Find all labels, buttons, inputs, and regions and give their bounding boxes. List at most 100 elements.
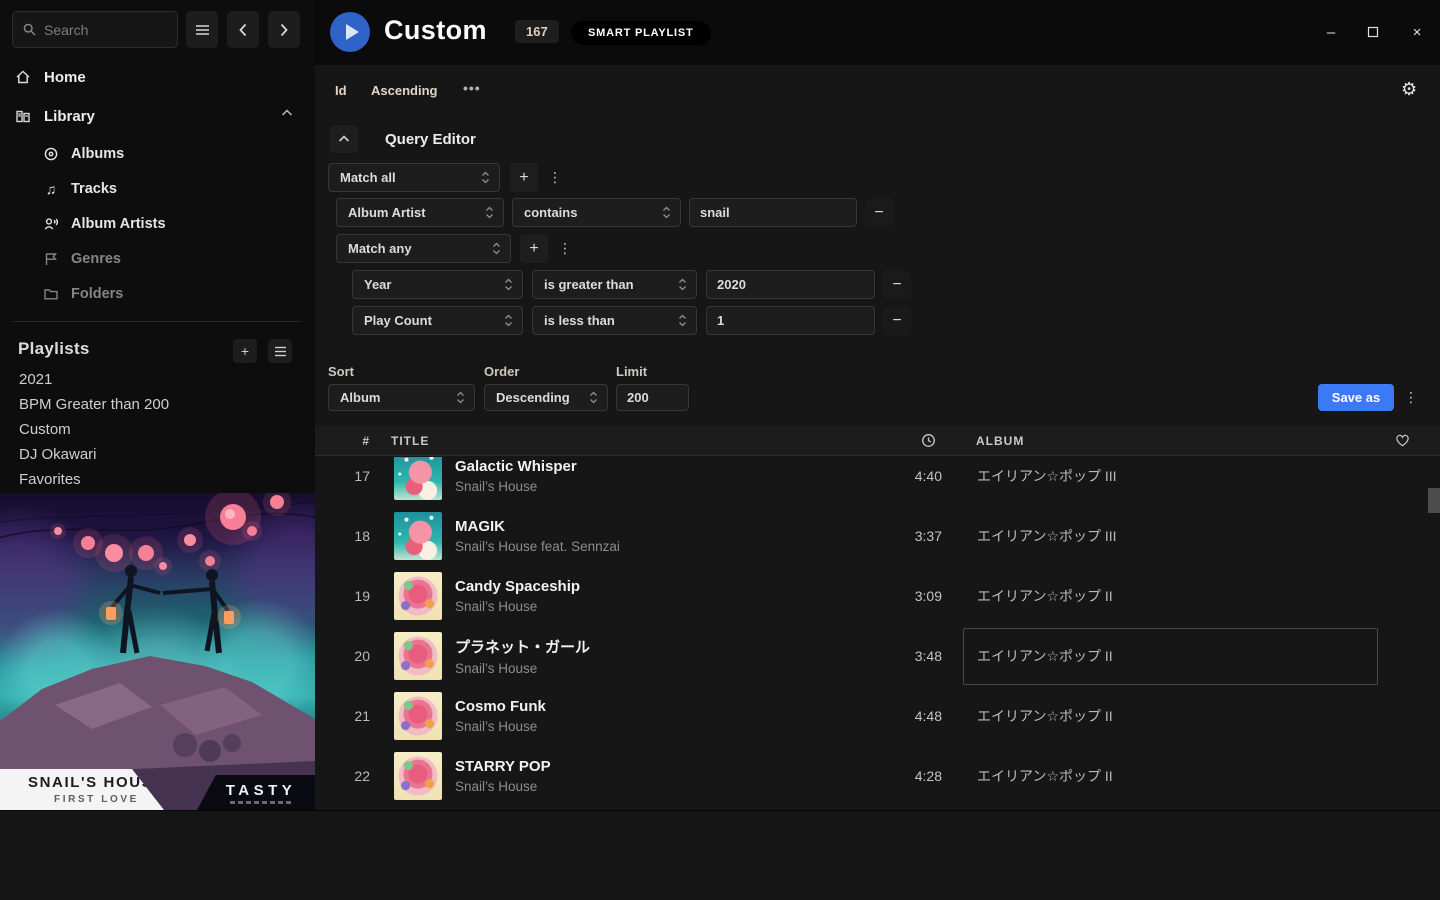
sidebar-item-library[interactable]: Library: [14, 103, 95, 129]
now-playing-cover-art[interactable]: SNAIL'S HOUSE FIRST LOVE TASTY: [0, 493, 315, 810]
track-row[interactable]: 22 STARRY POP Snail’s House 4:28 エイリアン☆ポ…: [315, 746, 1440, 806]
order-select[interactable]: Descending: [484, 384, 608, 411]
sidebar-item-albums[interactable]: Albums: [42, 141, 124, 167]
add-playlist-button[interactable]: +: [233, 339, 257, 363]
track-row[interactable]: 17 Galactic Whisper Snail’s House 4:40 エ…: [315, 457, 1440, 506]
select-value: Album Artist: [348, 205, 426, 220]
smart-playlist-badge: SMART PLAYLIST: [571, 21, 711, 45]
favorite-heart-icon[interactable]: [1395, 433, 1410, 447]
rule2-operator-select[interactable]: is greater than: [532, 270, 697, 299]
track-title: STARRY POP: [455, 758, 887, 775]
track-number: 21: [315, 708, 370, 724]
sidebar-item-genres[interactable]: Genres: [42, 246, 121, 272]
cover-art-illustration: [0, 493, 315, 810]
track-meta: Cosmo Funk Snail’s House: [455, 698, 887, 734]
track-meta: STARRY POP Snail’s House: [455, 758, 887, 794]
rule1-remove-button[interactable]: −: [865, 198, 893, 227]
select-updown-icon: [504, 278, 513, 291]
play-playlist-button[interactable]: [330, 12, 370, 52]
track-duration: 4:28: [887, 768, 942, 784]
player-bar: First Love ⋮ Snail’s House First Love: [0, 810, 1440, 900]
select-value: Play Count: [364, 313, 432, 328]
track-album[interactable]: エイリアン☆ポップ III: [963, 457, 1378, 505]
select-updown-icon: [589, 391, 598, 404]
add-rule-button-group1[interactable]: +: [510, 163, 538, 192]
track-album[interactable]: エイリアン☆ポップ II: [963, 688, 1378, 745]
library-collapse-chevron-icon[interactable]: [281, 109, 293, 117]
folder-icon: [42, 286, 60, 302]
sidebar-item-label: Albums: [71, 146, 124, 162]
rule1-value-input[interactable]: [689, 198, 857, 227]
window-minimize-button[interactable]: –: [1321, 22, 1341, 42]
select-updown-icon: [678, 278, 687, 291]
track-album-focused-cell[interactable]: エイリアン☆ポップ II: [963, 628, 1378, 685]
track-album-art: [394, 457, 442, 500]
save-as-button[interactable]: Save as: [1318, 384, 1394, 411]
playlist-item[interactable]: Custom: [19, 421, 71, 441]
query-menu-kebab-icon[interactable]: ⋮: [1403, 383, 1419, 412]
track-row[interactable]: 19 Candy Spaceship Snail’s House 3:09 エイ…: [315, 566, 1440, 626]
playlist-item[interactable]: Favorites: [19, 471, 81, 491]
more-options-button[interactable]: •••: [463, 80, 481, 96]
rule2-field-select[interactable]: Year: [352, 270, 523, 299]
rule2-value-input[interactable]: [706, 270, 875, 299]
track-number: 19: [315, 588, 370, 604]
tracklist-scrollbar-thumb[interactable]: [1428, 488, 1440, 513]
track-album[interactable]: エイリアン☆ポップ II: [963, 568, 1378, 625]
match-type-select-group1[interactable]: Match all: [328, 163, 500, 192]
playlist-item[interactable]: DJ Okawari: [19, 446, 97, 466]
select-value: Year: [364, 277, 391, 292]
add-rule-button-group2[interactable]: +: [520, 234, 548, 263]
sidebar-item-home[interactable]: Home: [14, 64, 86, 90]
rule2-remove-button[interactable]: −: [883, 270, 911, 299]
sort-field-button[interactable]: Id: [335, 83, 347, 98]
nav-back-button[interactable]: [227, 11, 259, 48]
search-box[interactable]: [12, 11, 178, 48]
track-duration: 3:48: [887, 648, 942, 664]
sort-select[interactable]: Album: [328, 384, 475, 411]
group2-menu-kebab-icon[interactable]: ⋮: [557, 234, 573, 263]
sidebar-item-album-artists[interactable]: Album Artists: [42, 211, 166, 237]
duration-clock-icon[interactable]: [921, 433, 936, 448]
playlist-item[interactable]: 2021: [19, 371, 52, 391]
match-type-select-group2[interactable]: Match any: [336, 234, 511, 263]
track-row[interactable]: 20 プラネット・ガール Snail’s House 3:48 エイリアン☆ポッ…: [315, 626, 1440, 686]
nav-forward-button[interactable]: [268, 11, 300, 48]
playlist-list-view-button[interactable]: [268, 339, 292, 363]
column-header-title[interactable]: TITLE: [391, 434, 429, 448]
window-close-button[interactable]: ×: [1407, 22, 1427, 42]
window-maximize-button[interactable]: [1363, 22, 1383, 42]
sidebar-item-tracks[interactable]: ♫ Tracks: [42, 176, 117, 202]
plus-icon: +: [519, 169, 528, 187]
rule1-field-select[interactable]: Album Artist: [336, 198, 504, 227]
rule3-field-select[interactable]: Play Count: [352, 306, 523, 335]
plus-icon: +: [529, 240, 538, 258]
track-row[interactable]: 21 Cosmo Funk Snail’s House 4:48 エイリアン☆ポ…: [315, 686, 1440, 746]
library-icon: [14, 108, 32, 124]
select-value: contains: [524, 205, 577, 220]
sort-order-button[interactable]: Ascending: [371, 83, 437, 98]
track-album[interactable]: エイリアン☆ポップ II: [963, 748, 1378, 805]
rule3-remove-button[interactable]: −: [883, 306, 911, 335]
track-album-art: [394, 632, 442, 680]
track-artist: Snail’s House: [455, 779, 887, 794]
track-row[interactable]: 18 MAGIK Snail’s House feat. Sennzai 3:3…: [315, 506, 1440, 566]
rule1-operator-select[interactable]: contains: [512, 198, 681, 227]
column-header-album[interactable]: ALBUM: [976, 434, 1024, 448]
menu-button[interactable]: [186, 11, 218, 48]
search-input[interactable]: [44, 22, 167, 38]
track-album[interactable]: エイリアン☆ポップ III: [963, 508, 1378, 565]
track-title: Cosmo Funk: [455, 698, 887, 715]
settings-gear-icon[interactable]: ⚙: [1401, 79, 1417, 100]
group1-menu-kebab-icon[interactable]: ⋮: [547, 163, 563, 192]
query-editor-collapse-button[interactable]: [330, 125, 358, 153]
track-artist: Snail’s House feat. Sennzai: [455, 539, 887, 554]
sidebar-item-folders[interactable]: Folders: [42, 281, 123, 307]
limit-input[interactable]: [616, 384, 689, 411]
rule3-value-input[interactable]: [706, 306, 875, 335]
hamburger-icon: [195, 24, 210, 36]
column-header-number[interactable]: #: [315, 434, 370, 448]
rule3-operator-select[interactable]: is less than: [532, 306, 697, 335]
playlist-item[interactable]: BPM Greater than 200: [19, 396, 169, 416]
sidebar: Home Library Albums ♫ Tracks Album Artis…: [0, 0, 315, 810]
